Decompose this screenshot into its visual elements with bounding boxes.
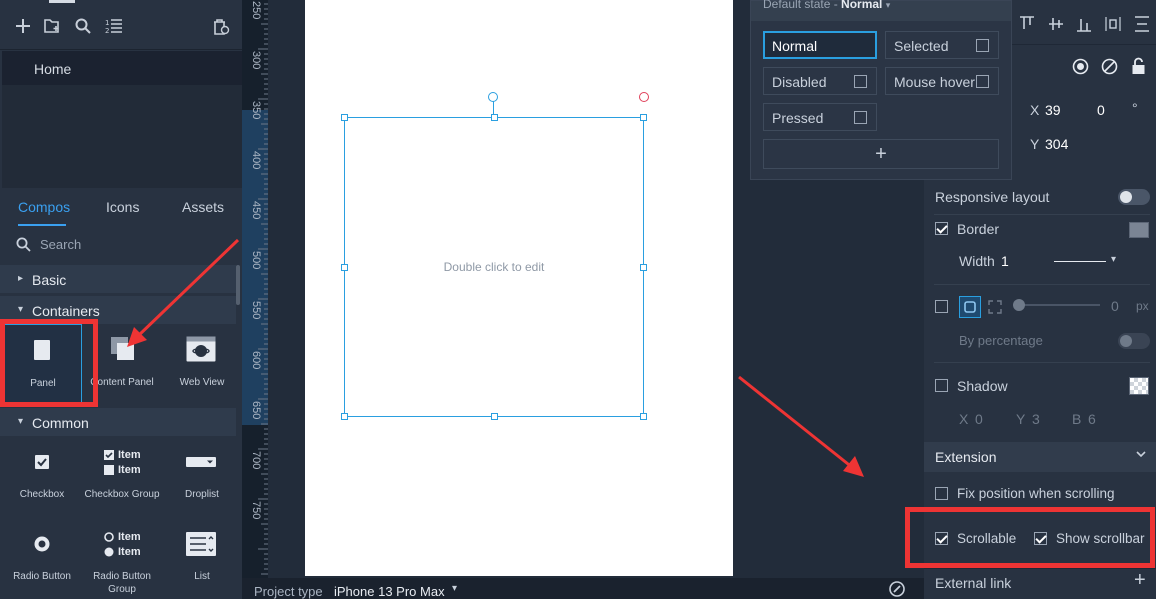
annotation-arrow-right: [738, 375, 864, 477]
annotation-arrows: [127, 238, 864, 477]
annotation-arrow-left: [127, 238, 240, 347]
